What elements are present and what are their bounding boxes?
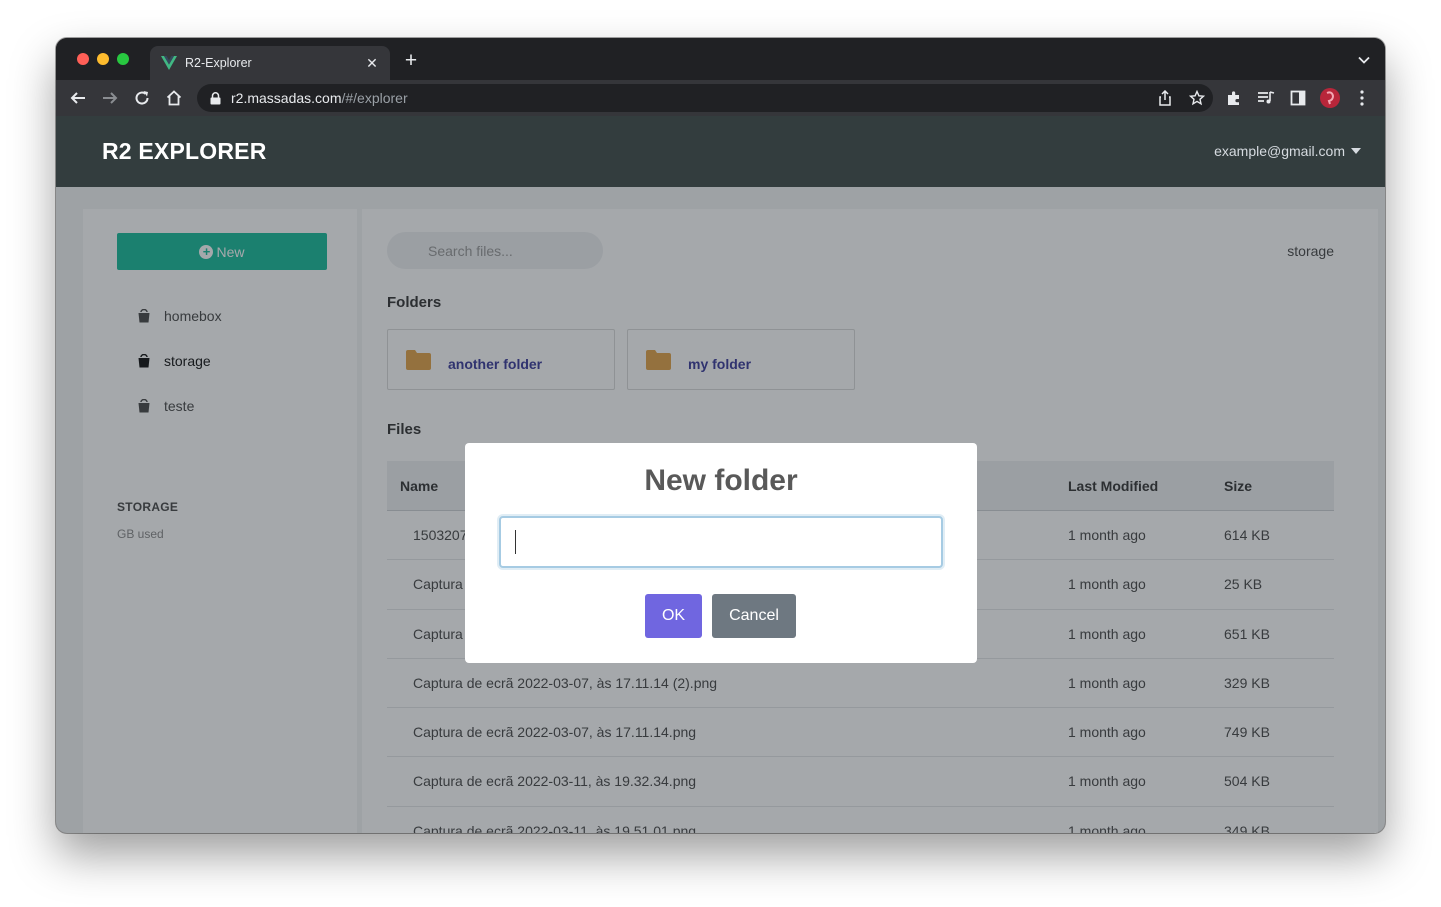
user-menu[interactable]: example@gmail.com (1214, 143, 1361, 159)
profile-avatar-icon[interactable] (1319, 87, 1341, 109)
new-tab-button[interactable]: + (400, 50, 422, 72)
extensions-puzzle-icon[interactable] (1223, 87, 1245, 109)
close-window-button[interactable] (77, 53, 89, 65)
cancel-button[interactable]: Cancel (712, 594, 796, 638)
app-brand[interactable]: R2 EXPLORER (102, 138, 267, 165)
ok-button[interactable]: OK (645, 594, 702, 638)
app-navbar: R2 EXPLORER example@gmail.com (56, 116, 1385, 187)
tab-title: R2-Explorer (185, 56, 252, 70)
forward-arrow-icon[interactable] (99, 87, 121, 109)
browser-menu-kebab-icon[interactable] (1351, 87, 1373, 109)
bookmark-star-icon[interactable] (1186, 87, 1208, 109)
caret-down-icon (1351, 148, 1361, 154)
vue-logo-icon (161, 55, 177, 71)
folder-name-input[interactable] (499, 516, 943, 568)
url-host: r2.massadas.com (231, 90, 342, 106)
new-folder-dialog: New folder OK Cancel (465, 443, 977, 663)
web-page: R2 EXPLORER example@gmail.com + New home… (56, 116, 1385, 833)
media-playlist-icon[interactable] (1255, 87, 1277, 109)
minimize-window-button[interactable] (97, 53, 109, 65)
share-icon[interactable] (1154, 87, 1176, 109)
browser-tab[interactable]: R2-Explorer ✕ (150, 46, 390, 80)
browser-toolbar: r2.massadas.com/#/explorer (56, 80, 1385, 116)
address-bar[interactable]: r2.massadas.com/#/explorer (197, 84, 1213, 112)
lock-icon[interactable] (210, 91, 222, 105)
maximize-window-button[interactable] (117, 53, 129, 65)
home-icon[interactable] (163, 87, 185, 109)
url-text: r2.massadas.com/#/explorer (231, 90, 408, 106)
side-panel-icon[interactable] (1287, 87, 1309, 109)
tab-strip: R2-Explorer ✕ + (56, 38, 1385, 80)
url-path: /#/explorer (341, 90, 408, 106)
user-email: example@gmail.com (1214, 143, 1345, 159)
reload-icon[interactable] (131, 87, 153, 109)
tab-search-chevron-icon[interactable] (1357, 53, 1371, 67)
dialog-title: New folder (644, 464, 798, 497)
back-arrow-icon[interactable] (67, 87, 89, 109)
text-caret (515, 530, 516, 554)
tab-close-icon[interactable]: ✕ (364, 55, 380, 71)
browser-window: R2-Explorer ✕ + r2.massadas.com/#/explor… (56, 38, 1385, 833)
